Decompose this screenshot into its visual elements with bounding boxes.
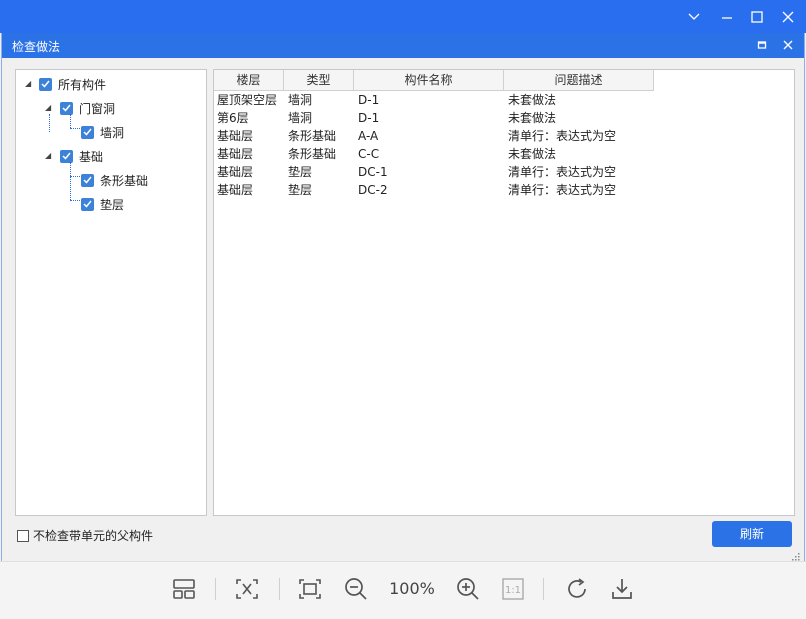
- tree-item-label: 墙洞: [100, 125, 125, 140]
- tree-item-label: 门窗洞: [79, 101, 116, 116]
- cell-floor: 基础层: [217, 129, 254, 143]
- cell-floor: 基础层: [217, 165, 254, 179]
- minimize-icon[interactable]: [712, 0, 742, 33]
- cell-floor: 第6层: [217, 111, 249, 125]
- svg-text:1:1: 1:1: [505, 585, 521, 596]
- column-header-component-name[interactable]: 构件名称: [354, 70, 504, 91]
- fit-screen-icon[interactable]: [295, 574, 325, 604]
- collapse-arrow-icon[interactable]: ◢: [45, 152, 53, 160]
- cell-issue: 未套做法: [508, 111, 557, 125]
- toolbar-divider: [279, 578, 280, 600]
- checkbox-unchecked-icon[interactable]: [17, 529, 29, 542]
- tree-connector: [70, 162, 71, 200]
- checkbox-checked-icon[interactable]: [60, 101, 73, 115]
- checkbox-checked-icon[interactable]: [39, 77, 52, 91]
- download-icon[interactable]: [607, 574, 637, 604]
- cell-issue: 清单行：表达式为空: [508, 183, 617, 197]
- cell-floor: 基础层: [217, 183, 254, 197]
- toolbar-divider: [215, 578, 216, 600]
- resize-grip-icon[interactable]: [792, 550, 800, 561]
- tree-item-foundation[interactable]: 基础: [60, 146, 103, 166]
- column-header-type[interactable]: 类型: [284, 70, 354, 91]
- chevron-down-icon[interactable]: [679, 0, 709, 33]
- cell-name: D-1: [358, 111, 380, 125]
- skip-parent-checkbox[interactable]: 不检查带单元的父构件: [17, 527, 153, 544]
- tree-item-label: 所有构件: [58, 77, 107, 92]
- cell-name: C-C: [358, 147, 380, 161]
- cell-issue: 清单行：表达式为空: [508, 165, 617, 179]
- viewer-toolbar: 100% 1:1: [0, 561, 806, 619]
- cell-type: 垫层: [288, 183, 313, 197]
- cell-name: DC-2: [358, 183, 388, 197]
- cell-type: 条形基础: [288, 147, 337, 161]
- column-header-floor[interactable]: 楼层: [214, 70, 284, 91]
- fit-selection-icon[interactable]: [232, 574, 262, 604]
- tree-connector: [70, 128, 80, 129]
- tree-item-label: 垫层: [100, 197, 125, 212]
- cell-issue: 清单行：表达式为空: [508, 129, 617, 143]
- tree-item-door-window-opening[interactable]: 门窗洞: [60, 98, 115, 118]
- toolbar-divider: [543, 578, 544, 600]
- checkbox-checked-icon[interactable]: [81, 125, 94, 139]
- tree-item-label: 条形基础: [100, 173, 149, 188]
- collapse-arrow-icon[interactable]: ◢: [45, 104, 53, 112]
- tree-item-strip-foundation[interactable]: 条形基础: [81, 170, 148, 190]
- window-titlebar: [0, 0, 806, 33]
- actual-size-icon[interactable]: 1:1: [498, 574, 528, 604]
- check-method-dialog: 检查做法 ◢ 所有构件 ◢ 门窗洞 墙洞 ◢ 基础 条形基础 垫层 楼层 类型 …: [1, 33, 805, 561]
- tree-connector: [70, 176, 80, 177]
- cell-floor: 基础层: [217, 147, 254, 161]
- tree-item-label: 基础: [79, 149, 104, 164]
- layout-icon[interactable]: [169, 574, 199, 604]
- component-tree: ◢ 所有构件 ◢ 门窗洞 墙洞 ◢ 基础 条形基础 垫层: [15, 69, 207, 516]
- cell-issue: 未套做法: [508, 147, 557, 161]
- cell-type: 垫层: [288, 165, 313, 179]
- tree-connector: [70, 114, 71, 128]
- results-grid: 楼层 类型 构件名称 问题描述 屋顶架空层 墙洞 D-1 未套做法 第6层 墙洞…: [213, 69, 795, 516]
- dialog-close-icon[interactable]: [780, 37, 796, 53]
- cell-floor: 屋顶架空层: [217, 93, 278, 107]
- cell-name: A-A: [358, 129, 379, 143]
- cell-type: 墙洞: [288, 111, 313, 125]
- zoom-out-icon[interactable]: [341, 574, 371, 604]
- tree-connector: [49, 114, 50, 132]
- restore-icon[interactable]: [754, 37, 770, 53]
- checkbox-checked-icon[interactable]: [81, 197, 94, 211]
- tree-item-cushion[interactable]: 垫层: [81, 194, 124, 214]
- checkbox-label: 不检查带单元的父构件: [33, 529, 154, 543]
- dialog-title: 检查做法: [12, 40, 61, 54]
- refresh-button[interactable]: 刷新: [712, 521, 792, 547]
- checkbox-checked-icon[interactable]: [81, 173, 94, 187]
- checkbox-checked-icon[interactable]: [60, 149, 73, 163]
- cell-type: 墙洞: [288, 93, 313, 107]
- cell-name: D-1: [358, 93, 380, 107]
- rotate-icon[interactable]: [562, 574, 592, 604]
- collapse-arrow-icon[interactable]: ◢: [25, 80, 33, 88]
- cell-issue: 未套做法: [508, 93, 557, 107]
- cell-name: DC-1: [358, 165, 388, 179]
- zoom-level: 100%: [389, 579, 435, 598]
- tree-connector: [70, 200, 80, 201]
- close-icon[interactable]: [773, 0, 803, 33]
- column-header-issue[interactable]: 问题描述: [504, 70, 654, 91]
- tree-item-all-components[interactable]: 所有构件: [39, 74, 106, 94]
- tree-item-wall-opening[interactable]: 墙洞: [81, 122, 124, 142]
- cell-type: 条形基础: [288, 129, 337, 143]
- zoom-in-icon[interactable]: [453, 574, 483, 604]
- maximize-icon[interactable]: [742, 0, 772, 33]
- dialog-titlebar: 检查做法: [2, 33, 804, 58]
